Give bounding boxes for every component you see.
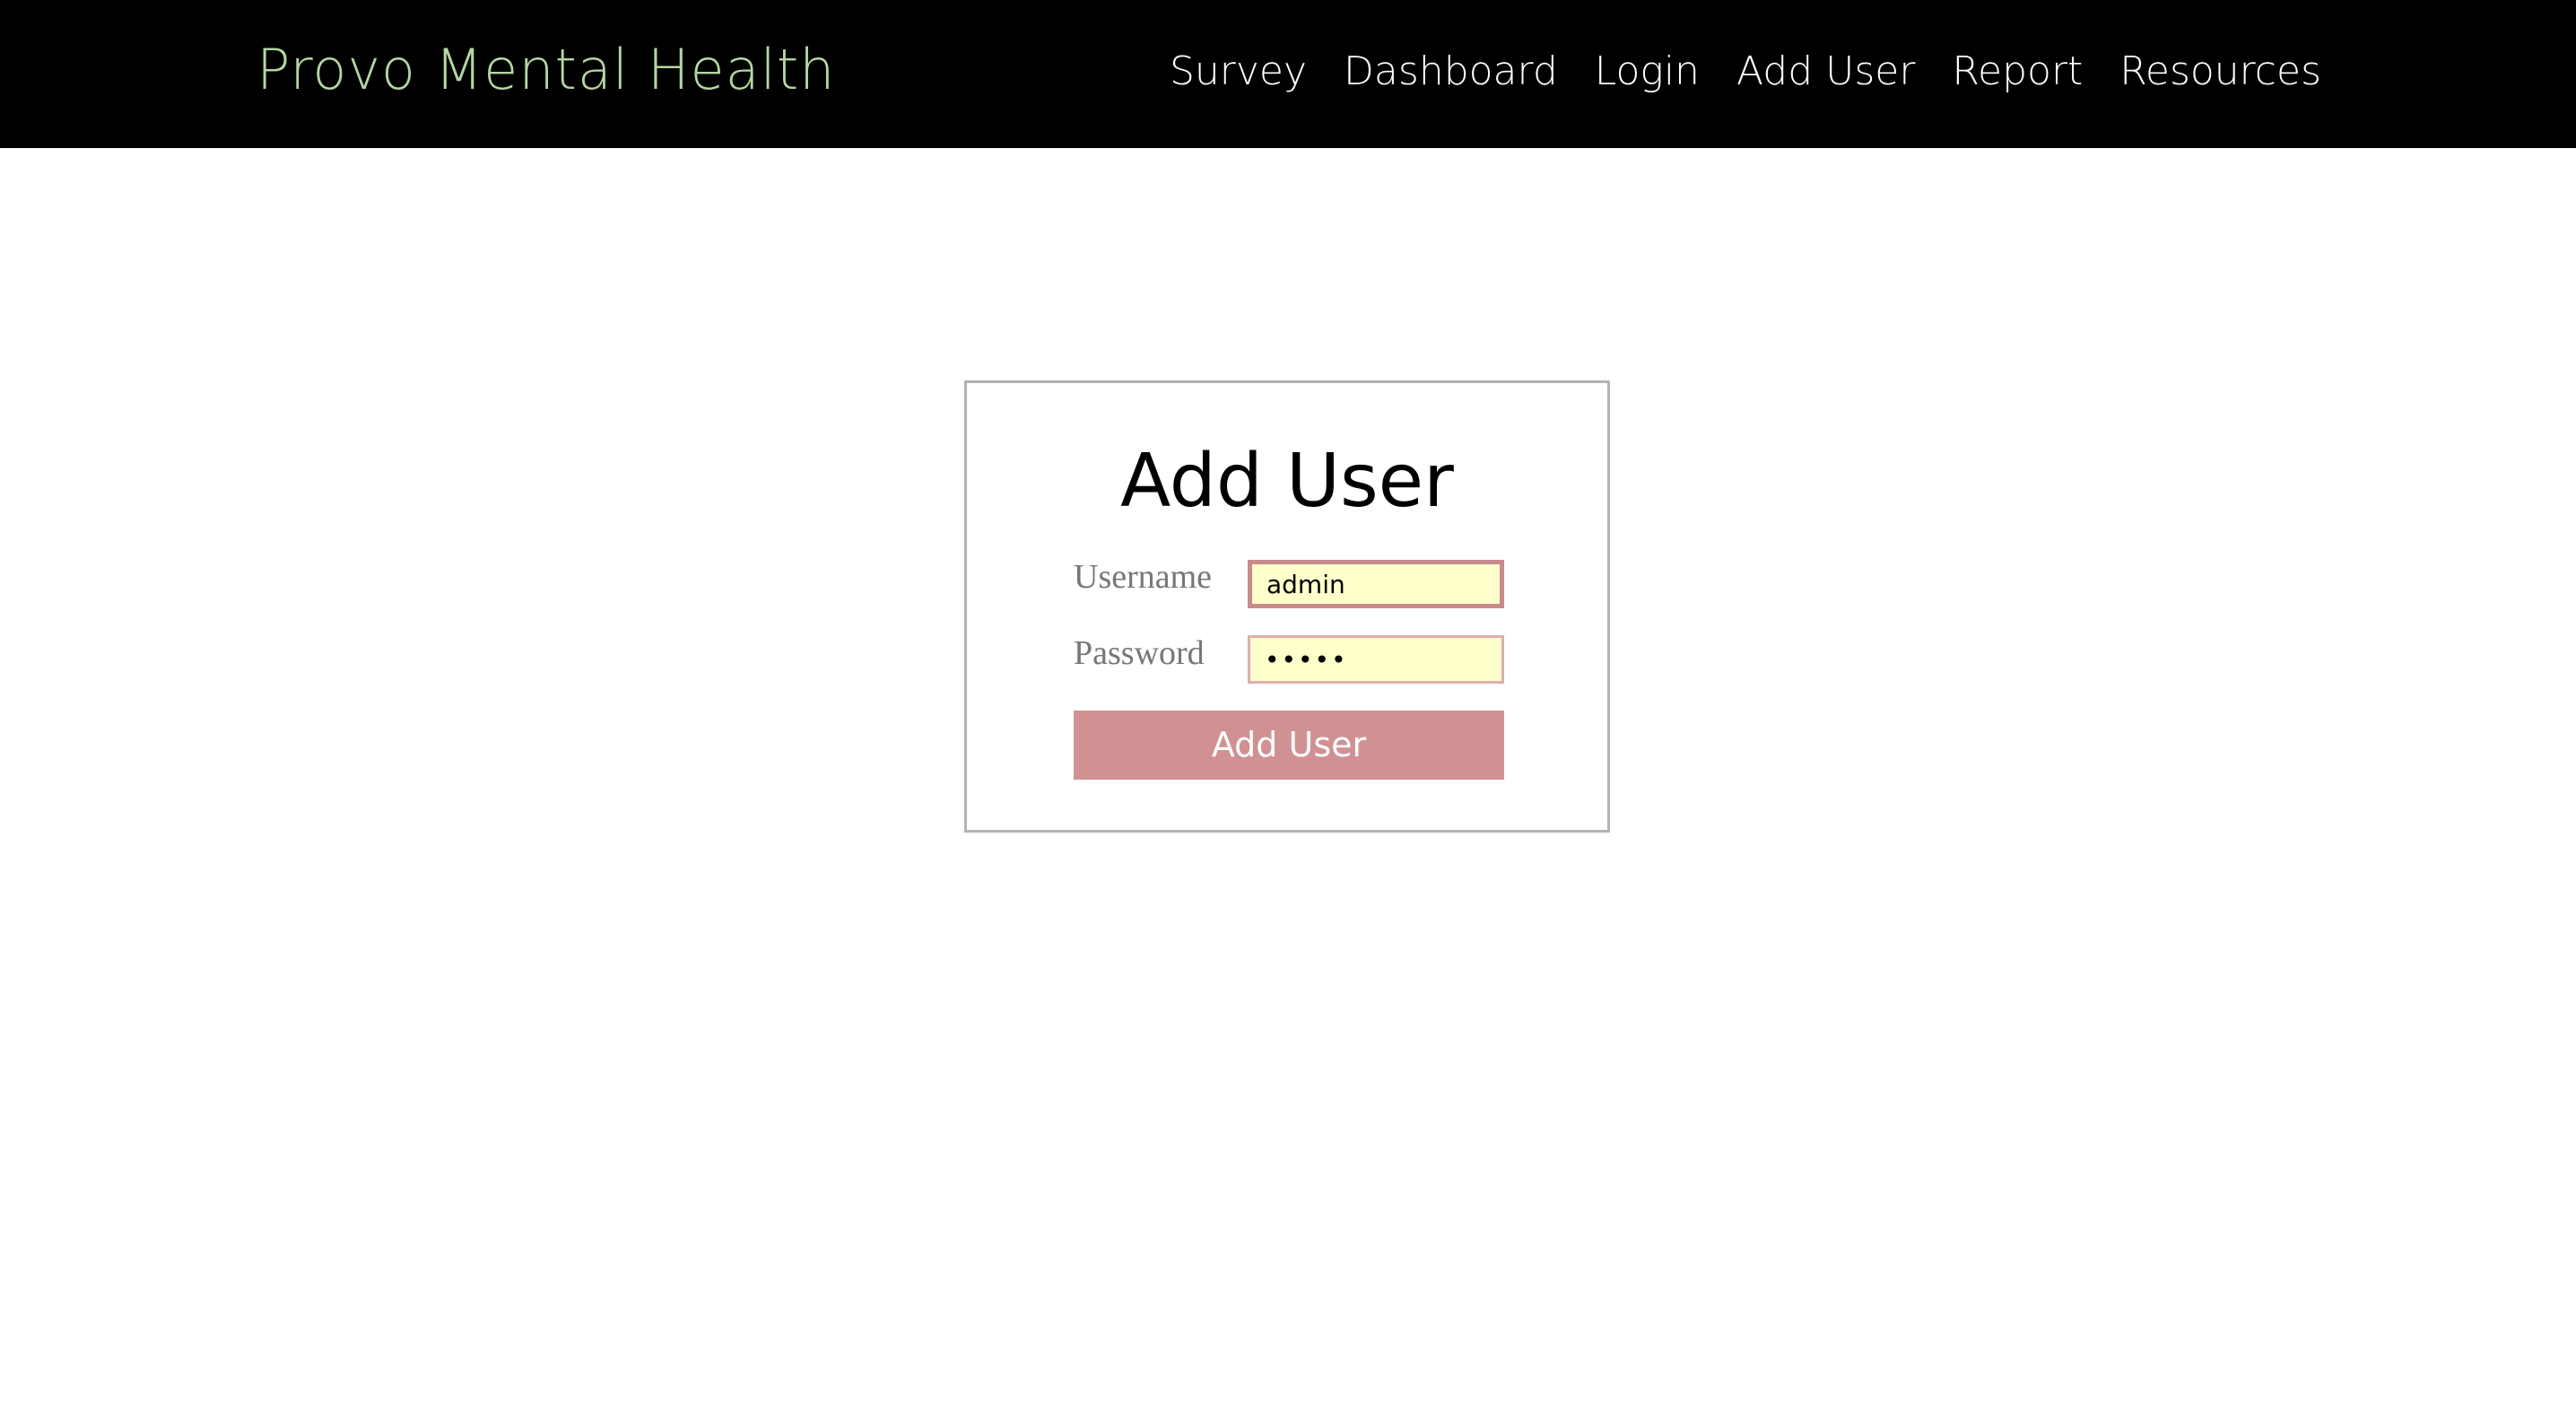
nav-links: Survey Dashboard Login Add User Report R…	[1170, 45, 2321, 99]
brand-title[interactable]: Provo Mental Health	[257, 34, 835, 106]
form-title: Add User	[1120, 439, 1454, 524]
nav-link-add-user[interactable]: Add User	[1736, 45, 1915, 99]
password-input[interactable]	[1248, 635, 1504, 684]
username-label: Username	[1074, 558, 1213, 596]
nav-link-resources[interactable]: Resources	[2119, 45, 2321, 99]
nav-link-dashboard[interactable]: Dashboard	[1344, 45, 1558, 99]
password-label: Password	[1074, 634, 1205, 672]
top-navbar: Provo Mental Health Survey Dashboard Log…	[0, 0, 2576, 148]
add-user-submit-button[interactable]: Add User	[1074, 711, 1504, 780]
nav-link-login[interactable]: Login	[1595, 45, 1700, 99]
username-input[interactable]	[1248, 560, 1504, 608]
nav-link-survey[interactable]: Survey	[1170, 45, 1307, 99]
add-user-form-card: Add User Username Password Add User	[964, 380, 1610, 833]
nav-link-report[interactable]: Report	[1952, 45, 2083, 99]
